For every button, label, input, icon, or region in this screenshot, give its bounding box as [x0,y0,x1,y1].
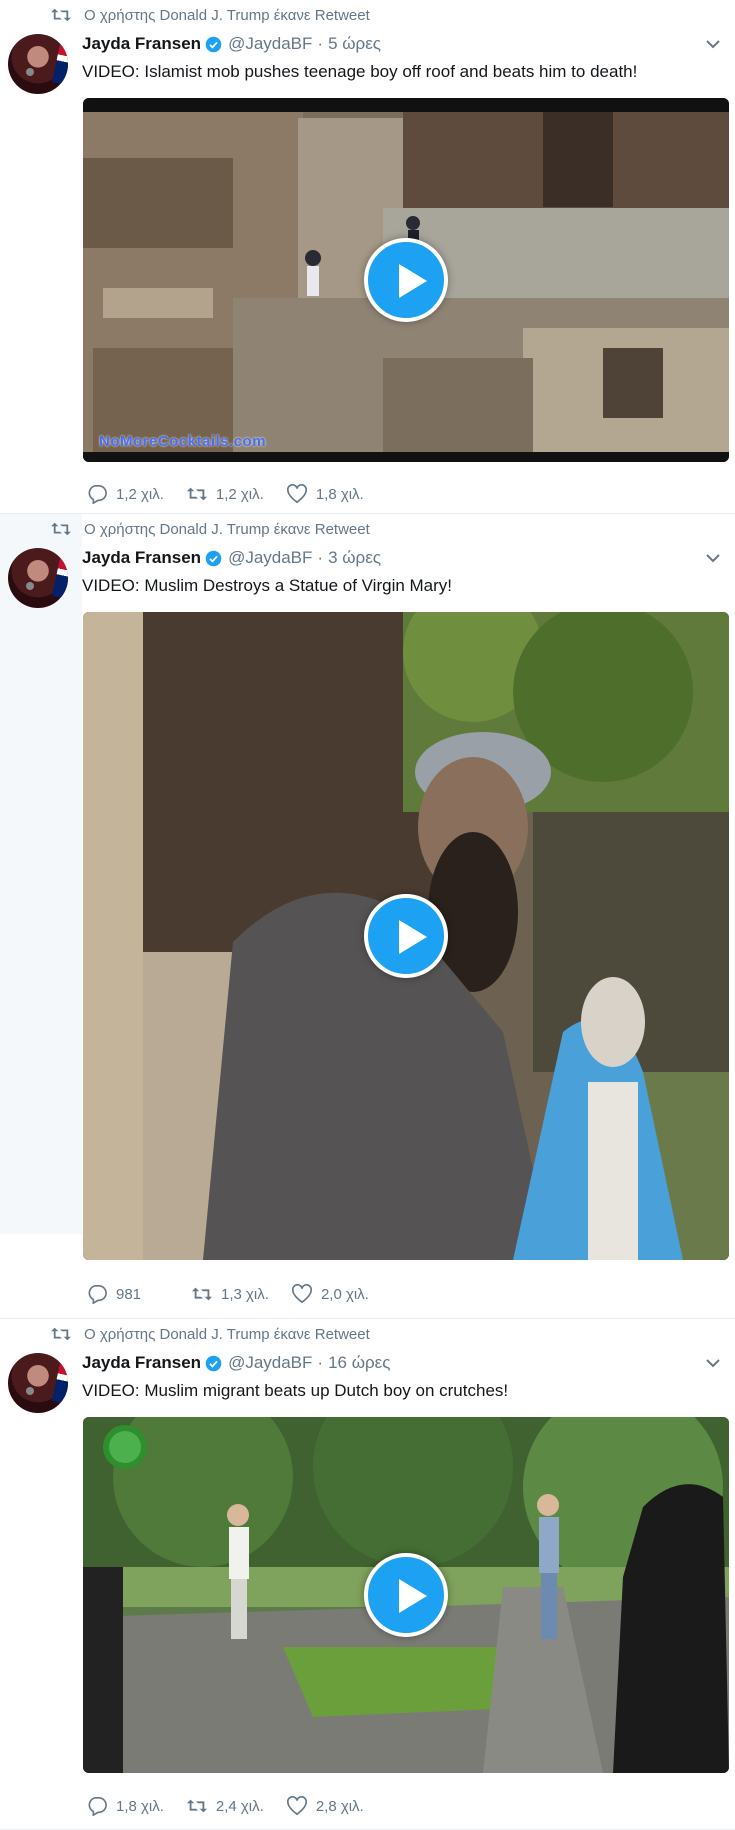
user-handle[interactable]: @JaydaBF [228,34,312,54]
like-icon [286,1796,307,1816]
retweet-button[interactable]: 2,4 χιλ. [186,1796,264,1816]
play-button[interactable] [364,1553,448,1637]
retweet-context-text: Ο χρήστης Donald J. Trump έκανε Retweet [84,520,370,538]
play-button[interactable] [364,238,448,322]
reply-button[interactable]: 981 [86,1284,141,1304]
tweet-header: Jayda Fransen @JaydaBF · 16 ώρες [82,1353,390,1373]
separator: · [317,34,324,53]
like-count: 1,8 χιλ. [315,485,364,503]
user-name[interactable]: Jayda Fransen [82,548,201,568]
avatar[interactable] [8,1353,68,1413]
tweet-header: Jayda Fransen @JaydaBF · 3 ώρες [82,548,381,568]
reply-icon [88,1285,107,1304]
retweet-count: 1,3 χιλ. [221,1285,269,1303]
tweet-header: Jayda Fransen @JaydaBF · 5 ώρες [82,34,381,54]
user-name[interactable]: Jayda Fransen [82,1353,201,1373]
like-count: 2,0 χιλ. [320,1285,369,1303]
retweet-icon [51,522,71,536]
reply-count: 1,2 χιλ. [116,485,164,503]
retweet-context: Ο χρήστης Donald J. Trump έκανε Retweet [50,520,370,538]
retweet-icon [191,1287,213,1301]
chevron-down-icon[interactable] [705,1357,721,1369]
reply-count: 1,8 χιλ. [116,1797,164,1815]
tweet[interactable]: Ο χρήστης Donald J. Trump έκανε Retweet … [0,514,735,1319]
like-count: 2,8 χιλ. [315,1797,364,1815]
like-icon [286,484,307,504]
tweet-actions: 1,8 χιλ. 2,4 χιλ. 2,8 χιλ. [86,1796,386,1816]
like-button[interactable]: 2,8 χιλ. [286,1796,364,1816]
tweet[interactable]: Ο χρήστης Donald J. Trump έκανε Retweet … [0,0,735,514]
like-icon [291,1284,312,1304]
retweet-button[interactable]: 1,2 χιλ. [186,484,264,504]
user-name[interactable]: Jayda Fransen [82,34,201,54]
avatar[interactable] [8,548,68,608]
timeline-feed: Ο χρήστης Donald J. Trump έκανε Retweet … [0,0,735,1830]
retweet-context-text: Ο χρήστης Donald J. Trump έκανε Retweet [84,1325,370,1343]
reply-button[interactable]: 1,8 χιλ. [86,1796,164,1816]
retweet-count: 1,2 χιλ. [215,485,264,503]
timestamp[interactable]: 16 ώρες [328,1353,390,1373]
reply-icon [88,1797,107,1816]
user-handle[interactable]: @JaydaBF [228,548,312,568]
retweet-icon [51,8,71,22]
tweet[interactable]: Ο χρήστης Donald J. Trump έκανε Retweet … [0,1319,735,1830]
retweet-button[interactable]: 1,3 χιλ. [191,1284,269,1304]
separator: · [317,1353,324,1372]
video-player[interactable] [83,1417,729,1773]
play-button[interactable] [364,894,448,978]
tweet-actions: 981 1,3 χιλ. 2,0 χιλ. [86,1284,391,1304]
separator: · [317,548,324,567]
retweet-icon [186,1799,207,1813]
reply-icon [88,485,107,504]
reply-count: 981 [116,1285,142,1303]
retweet-context-text: Ο χρήστης Donald J. Trump έκανε Retweet [84,6,370,24]
retweet-count: 2,4 χιλ. [215,1797,264,1815]
retweet-icon [51,1327,71,1341]
reply-button[interactable]: 1,2 χιλ. [86,484,164,504]
chevron-down-icon[interactable] [705,38,721,50]
tweet-text: VIDEO: Islamist mob pushes teenage boy o… [82,62,638,81]
retweet-icon [186,487,207,501]
verified-badge-icon [205,550,222,566]
like-button[interactable]: 2,0 χιλ. [291,1284,369,1304]
tweet-text: VIDEO: Muslim migrant beats up Dutch boy… [82,1381,509,1400]
video-player[interactable] [83,612,729,1260]
user-handle[interactable]: @JaydaBF [228,1353,312,1373]
tweet-actions: 1,2 χιλ. 1,2 χιλ. 1,8 χιλ. [86,484,386,504]
timestamp[interactable]: 3 ώρες [328,548,381,568]
like-button[interactable]: 1,8 χιλ. [286,484,364,504]
retweet-context: Ο χρήστης Donald J. Trump έκανε Retweet [50,6,370,24]
video-player[interactable]: NoMoreCocktails.com [83,98,729,462]
verified-badge-icon [205,36,222,52]
verified-badge-icon [205,1355,222,1371]
avatar[interactable] [8,34,68,94]
timestamp[interactable]: 5 ώρες [328,34,381,54]
chevron-down-icon[interactable] [705,552,721,564]
video-watermark: NoMoreCocktails.com [99,433,267,450]
retweet-context: Ο χρήστης Donald J. Trump έκανε Retweet [50,1325,370,1343]
tweet-text: VIDEO: Muslim Destroys a Statue of Virgi… [82,576,453,595]
